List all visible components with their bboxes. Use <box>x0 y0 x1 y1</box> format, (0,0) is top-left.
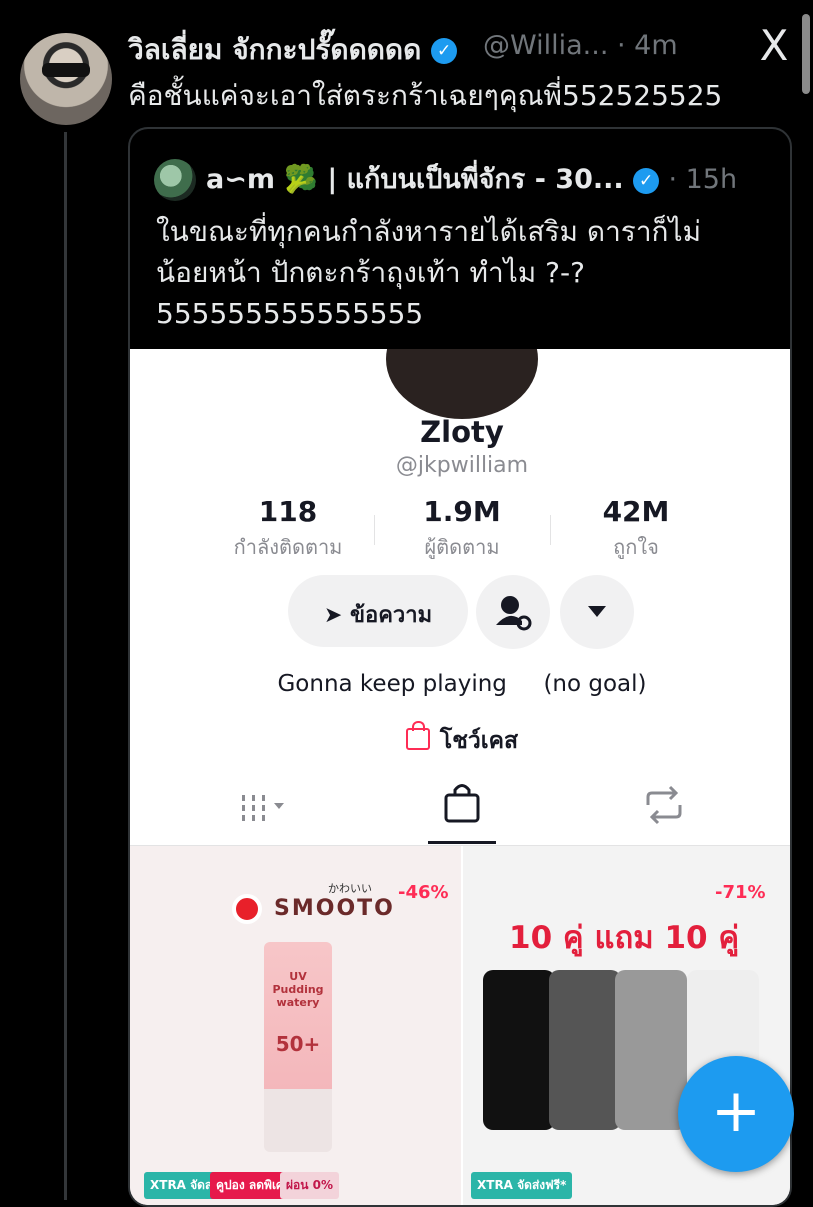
quoted-text: ในขณะที่ทุกคนกำลังหารายได้เสริม ดาราก็ไม… <box>156 211 776 334</box>
compose-plus-button[interactable]: + <box>678 1056 794 1172</box>
stat-likes-label: ถูกใจ <box>613 535 659 559</box>
send-icon: ➤ <box>323 603 343 628</box>
active-tab-indicator <box>428 841 496 844</box>
quoted-author-header: a∽m 🥦 | แก้บนเป็นพี่จักร - 30... ✓ · 15h <box>206 157 737 200</box>
stat-divider <box>550 515 551 545</box>
shopping-bag-icon <box>444 784 480 823</box>
japan-flag-icon <box>232 894 262 924</box>
brand-tagline: かわいい <box>328 882 372 895</box>
installment-badge: ผ่อน 0% <box>280 1172 339 1199</box>
stat-divider <box>374 515 375 545</box>
user-gear-icon <box>496 596 532 631</box>
profile-handle: @jkpwilliam <box>395 453 529 478</box>
user-settings-button[interactable] <box>476 575 550 649</box>
product-card[interactable]: -46% かわいい SMOOTO UV Pudding watery 50+ X… <box>130 846 461 1205</box>
gray-sock <box>615 970 687 1130</box>
sunscreen-tube: UV Pudding watery 50+ <box>264 942 332 1152</box>
author-name[interactable]: วิลเลี่ยม จักกะปรั๊ดดดดด ✓ <box>128 28 458 72</box>
product-discount: -71% <box>715 882 766 903</box>
message-label: ➤ ข้อความ <box>288 597 468 632</box>
dark-gray-sock <box>549 970 621 1130</box>
stat-following-value: 118 <box>258 495 318 528</box>
quoted-text-line: ในขณะที่ทุกคนกำลังหารายได้เสริม ดาราก็ไม… <box>156 215 702 248</box>
showcase-label: โชว์เคส <box>439 728 519 754</box>
x-logo-icon[interactable]: X <box>752 24 796 68</box>
quoted-tweet[interactable]: a∽m 🥦 | แก้บนเป็นพี่จักร - 30... ✓ · 15h… <box>128 127 792 1207</box>
showcase-link[interactable]: โชว์เคส <box>130 721 790 759</box>
stat-followers-value: 1.9M <box>423 495 501 528</box>
product-brand: SMOOTO <box>274 896 395 921</box>
black-sock <box>483 970 555 1130</box>
tweet-text: คือชั้นแค่จะเอาใส่ตระกร้าเฉยๆคุณพี่55252… <box>128 79 723 112</box>
product-title: 10 คู่ แถม 10 คู่ <box>509 920 740 956</box>
product-discount: -46% <box>398 882 449 903</box>
thread-line <box>64 132 67 1200</box>
author-name-text: วิลเลี่ยม จักกะปรั๊ดดดดด <box>128 33 422 66</box>
scrollbar[interactable] <box>802 14 810 94</box>
author-handle-time[interactable]: @Willia... · 4m <box>483 30 678 61</box>
quoted-text-line: 555555555555555 <box>156 297 424 330</box>
profile-bio: Gonna keep playing (no goal) <box>277 671 647 697</box>
author-avatar[interactable] <box>20 33 112 125</box>
stat-followers-label: ผู้ติดตาม <box>424 535 500 559</box>
tab-reposts[interactable] <box>642 785 686 825</box>
quoted-text-line: น้อยหน้า ปักตะกร้าถุงเท้า ทำไม ?-? <box>156 256 585 289</box>
dropdown-triangle-icon <box>588 606 606 617</box>
verified-badge-icon: ✓ <box>431 38 458 64</box>
shopping-bag-icon <box>405 721 430 750</box>
tab-shop[interactable] <box>442 781 482 825</box>
tab-videos[interactable] <box>240 789 300 829</box>
stat-following-label: กำลังติดตาม <box>233 535 343 559</box>
quoted-author-avatar <box>154 159 196 201</box>
tube-spf: 50+ <box>275 1032 321 1056</box>
stat-likes-value: 42M <box>602 495 670 528</box>
profile-display-name: Zloty <box>420 415 504 449</box>
repost-icon <box>646 785 682 825</box>
grid-lines-icon <box>242 795 284 821</box>
quoted-time: · 15h <box>668 164 738 195</box>
message-button[interactable]: ➤ ข้อความ <box>288 575 468 647</box>
verified-badge-icon: ✓ <box>633 167 660 194</box>
message-button-text: ข้อความ <box>349 603 433 628</box>
profile-picture <box>386 349 538 419</box>
more-dropdown-button[interactable] <box>560 575 634 649</box>
quoted-author-name: a∽m 🥦 | แก้บนเป็นพี่จักร - 30... <box>206 164 624 195</box>
plus-icon: + <box>710 1076 762 1146</box>
tube-label: UV Pudding watery <box>272 970 324 1009</box>
xtra-badge: XTRA จัดส่งฟรี* <box>471 1172 573 1199</box>
